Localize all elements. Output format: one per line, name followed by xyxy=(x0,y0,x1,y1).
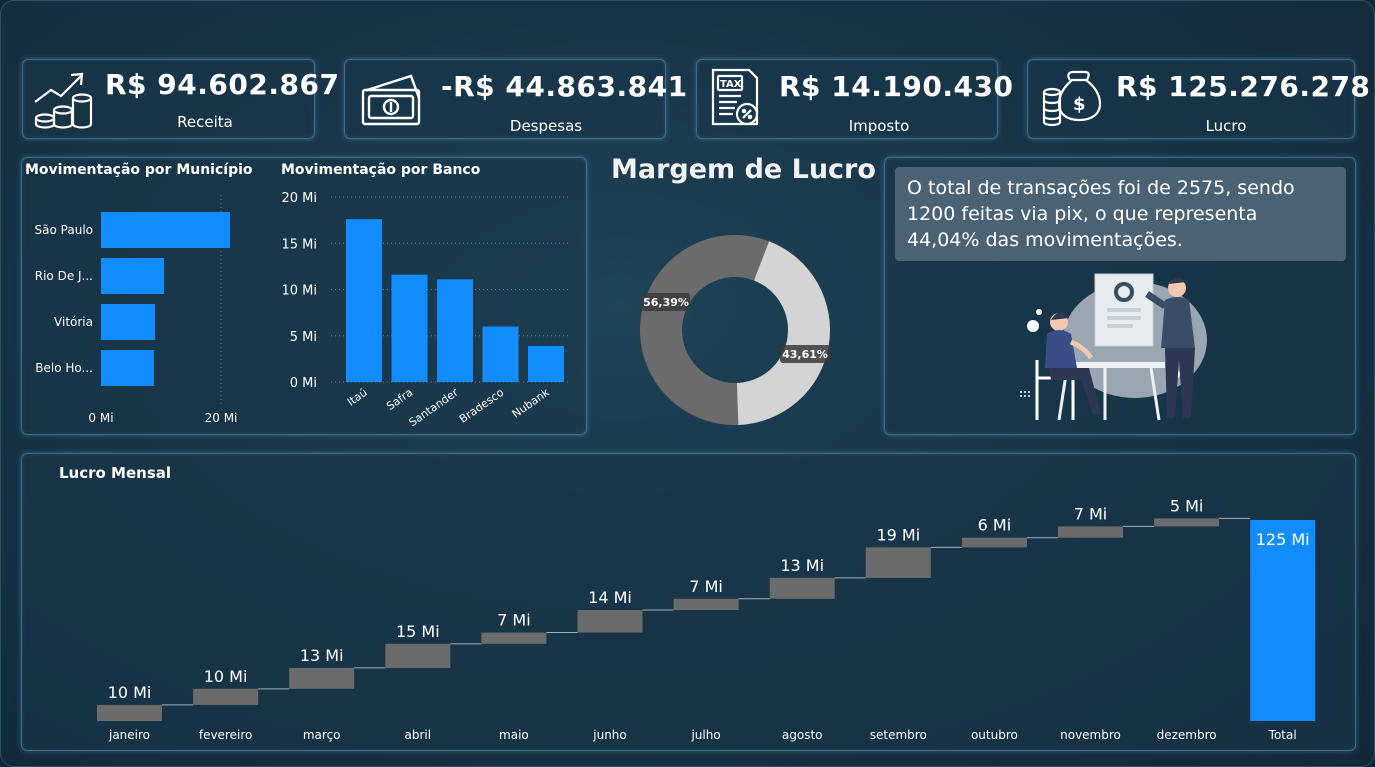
margem-chart-title: Margem de Lucro xyxy=(611,154,876,185)
municipio-bar xyxy=(101,258,164,294)
waterfall-category-label: fevereiro xyxy=(199,728,253,742)
svg-text:TAX: TAX xyxy=(720,79,742,90)
waterfall-bar xyxy=(193,688,259,705)
kpi-value: R$ 125.276.278 xyxy=(1116,70,1371,103)
municipio-bar xyxy=(101,212,230,248)
waterfall-bar xyxy=(961,537,1027,548)
svg-text:$: $ xyxy=(1073,94,1086,115)
donut-slice-label: 56,39% xyxy=(643,296,689,309)
waterfall-category-label: Total xyxy=(1268,728,1297,742)
waterfall-bar xyxy=(865,547,931,578)
waterfall-category-label: março xyxy=(303,728,341,742)
kpi-value: R$ 14.190.430 xyxy=(779,70,1014,103)
banco-bar xyxy=(391,274,428,382)
banco-category-label: Safra xyxy=(384,386,415,413)
waterfall-bar xyxy=(481,632,547,644)
kpi-label: Despesas xyxy=(509,117,583,135)
kpi-card-imposto[interactable]: TAX R$ 14.190.430 Imposto xyxy=(696,59,1013,139)
banco-bar xyxy=(437,279,473,382)
waterfall-bar xyxy=(769,577,835,599)
kpi-value: -R$ 44.863.841 xyxy=(441,70,688,103)
waterfall-value-label: 10 Mi xyxy=(108,683,152,702)
waterfall-bar xyxy=(1058,526,1123,538)
money-bag-coins-icon: $ xyxy=(1042,70,1102,127)
banco-bar xyxy=(528,345,564,382)
municipio-category-label: Belo Ho... xyxy=(35,361,93,375)
municipio-bar xyxy=(101,304,155,340)
waterfall-bar xyxy=(385,643,451,668)
banco-category-label: Itaú xyxy=(345,386,370,409)
waterfall-value-label: 14 Mi xyxy=(588,588,632,607)
business-meeting-illustration xyxy=(1020,273,1207,421)
lucro-mensal-waterfall-chart: 10 Mi janeiro 10 Mi fevereiro 13 Mi março 15 M… xyxy=(97,496,1316,742)
waterfall-value-label: 6 Mi xyxy=(978,516,1012,535)
banco-y-tick: 0 Mi xyxy=(290,376,317,391)
waterfall-category-label: dezembro xyxy=(1157,728,1217,742)
waterfall-bar xyxy=(1154,518,1220,527)
municipio-category-label: Vitória xyxy=(54,315,93,329)
banco-bar xyxy=(346,219,382,382)
waterfall-value-label: 19 Mi xyxy=(876,525,920,544)
municipio-bar xyxy=(101,350,154,386)
municipio-category-label: Rio De J... xyxy=(35,269,93,283)
kpi-label: Imposto xyxy=(848,117,910,135)
waterfall-total-bar xyxy=(1250,520,1316,721)
waterfall-category-label: julho xyxy=(690,728,720,742)
waterfall-bar xyxy=(673,598,739,611)
kpi-label: Lucro xyxy=(1205,117,1247,135)
margem-donut-chart: 56,39% 43,61% xyxy=(640,234,830,425)
banco-category-label: Santander xyxy=(407,386,462,430)
waterfall-value-label: 7 Mi xyxy=(497,611,531,630)
donut-slice-label: 43,61% xyxy=(782,348,828,361)
tax-document-icon: TAX xyxy=(711,68,759,126)
waterfall-category-label: janeiro xyxy=(108,728,150,742)
waterfall-bar xyxy=(577,610,643,633)
kpi-label: Receita xyxy=(177,113,233,131)
money-bills-icon xyxy=(361,74,421,126)
municipio-x-tick: 0 Mi xyxy=(88,411,113,425)
kpi-card-lucro[interactable]: $ R$ 125.276.278 Lucro xyxy=(1027,59,1370,139)
kpi-card-despesas[interactable]: -R$ 44.863.841 Despesas xyxy=(344,59,687,139)
banco-y-tick: 5 Mi xyxy=(290,330,317,345)
waterfall-value-label: 13 Mi xyxy=(780,556,824,575)
municipio-x-tick: 20 Mi xyxy=(205,411,238,425)
waterfall-value-label: 10 Mi xyxy=(204,667,248,686)
municipio-bar-chart: São Paulo Rio De J... Vitória Belo Ho... 0 M… xyxy=(35,195,238,425)
waterfall-total-label: 125 Mi xyxy=(1256,530,1310,549)
banco-category-label: Bradesco xyxy=(457,386,507,426)
waterfall-category-label: agosto xyxy=(782,728,823,742)
waterfall-category-label: abril xyxy=(405,728,432,742)
banco-bar-chart: 0 Mi 5 Mi 10 Mi 15 Mi 20 Mi Itaú SafraSantande… xyxy=(281,191,571,430)
waterfall-value-label: 5 Mi xyxy=(1170,496,1204,515)
municipio-chart-title: Movimentação por Município xyxy=(25,162,253,178)
banco-y-tick: 20 Mi xyxy=(281,191,317,206)
waterfall-value-label: 7 Mi xyxy=(689,577,723,596)
waterfall-category-label: setembro xyxy=(870,728,927,742)
banco-y-tick: 10 Mi xyxy=(281,284,317,299)
insight-text: O total de transações foi de 2575, sendo… xyxy=(895,167,1346,261)
kpi-value: R$ 94.602.867 xyxy=(105,68,340,101)
banco-chart-title: Movimentação por Banco xyxy=(281,162,481,178)
kpi-card-receita[interactable]: R$ 94.602.867 Receita xyxy=(22,59,339,139)
waterfall-category-label: outubro xyxy=(971,728,1018,742)
banco-category-label: Nubank xyxy=(510,385,553,420)
waterfall-value-label: 7 Mi xyxy=(1074,504,1108,523)
banco-bar xyxy=(482,326,519,382)
waterfall-bar xyxy=(97,704,162,721)
waterfall-category-label: junho xyxy=(592,728,627,742)
waterfall-category-label: maio xyxy=(499,728,529,742)
waterfall-value-label: 13 Mi xyxy=(300,646,344,665)
waterfall-category-label: novembro xyxy=(1060,728,1121,742)
municipio-category-label: São Paulo xyxy=(35,223,93,237)
waterfall-value-label: 15 Mi xyxy=(396,622,440,641)
revenue-chart-coins-icon xyxy=(34,72,93,129)
waterfall-bar xyxy=(289,667,355,689)
banco-y-tick: 15 Mi xyxy=(281,237,317,252)
